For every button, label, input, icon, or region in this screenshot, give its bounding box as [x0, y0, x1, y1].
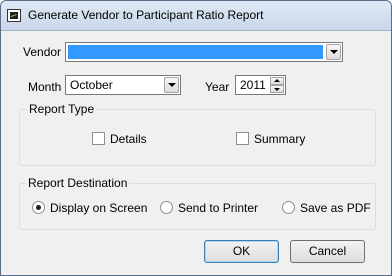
details-checkbox[interactable]: [92, 132, 105, 145]
spin-up-icon[interactable]: [270, 77, 284, 85]
report-dialog: Generate Vendor to Participant Ratio Rep…: [0, 0, 392, 276]
vendor-label: Vendor: [23, 45, 62, 59]
vendor-selected-value: [68, 45, 323, 59]
month-dropdown[interactable]: October: [65, 75, 181, 95]
send-to-printer-label: Send to Printer: [178, 201, 259, 215]
display-on-screen-radio[interactable]: [32, 201, 45, 214]
year-value: 2011: [240, 78, 266, 92]
spin-down-icon[interactable]: [270, 85, 284, 93]
display-on-screen-label: Display on Screen: [50, 201, 148, 215]
report-destination-title: Report Destination: [26, 176, 130, 190]
year-spinner[interactable]: 2011: [235, 75, 286, 95]
app-icon: [7, 9, 21, 22]
window-title: Generate Vendor to Participant Ratio Rep…: [28, 8, 264, 22]
cancel-button[interactable]: Cancel: [290, 240, 365, 263]
summary-label: Summary: [254, 132, 306, 146]
report-type-title: Report Type: [27, 102, 97, 116]
summary-checkbox[interactable]: [236, 132, 249, 145]
year-label: Year: [205, 80, 230, 94]
save-as-pdf-radio[interactable]: [282, 201, 295, 214]
ok-button[interactable]: OK: [204, 240, 279, 263]
month-value: October: [70, 78, 113, 92]
report-type-group: [19, 109, 376, 166]
send-to-printer-radio[interactable]: [160, 201, 173, 214]
title-bar[interactable]: Generate Vendor to Participant Ratio Rep…: [1, 1, 391, 31]
save-as-pdf-label: Save as PDF: [300, 201, 371, 215]
chevron-down-icon[interactable]: [164, 77, 179, 93]
vendor-dropdown[interactable]: [65, 42, 343, 62]
month-label: Month: [28, 80, 62, 94]
details-label: Details: [110, 132, 147, 146]
chevron-down-icon[interactable]: [326, 44, 341, 60]
